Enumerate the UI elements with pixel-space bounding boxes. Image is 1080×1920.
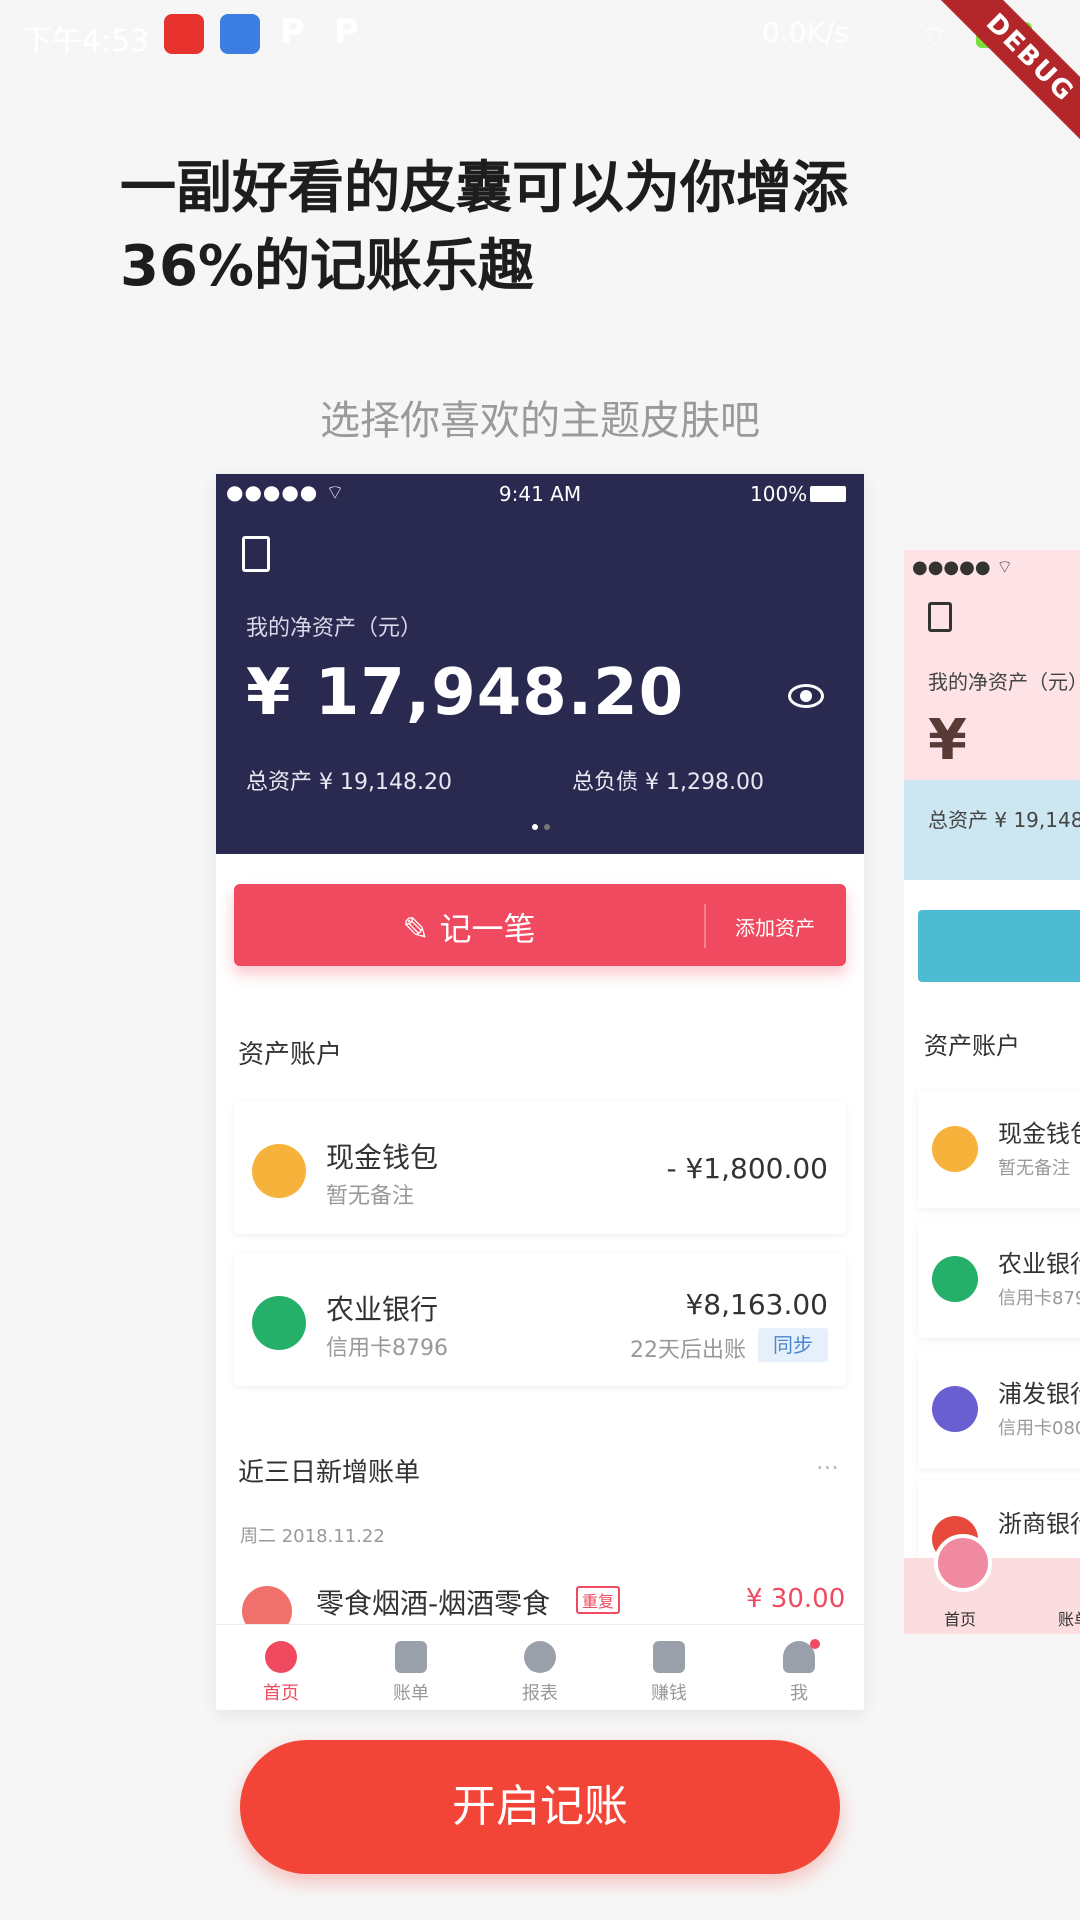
more-icon: ··· bbox=[816, 1454, 839, 1482]
bill-icon bbox=[395, 1641, 427, 1673]
total-assets: 总资产 ¥ 19,148 bbox=[928, 808, 1080, 832]
status-time: 下午4:53 bbox=[22, 24, 150, 59]
headline: 一副好看的皮囊可以为你增添 36%的记账乐趣 bbox=[120, 150, 940, 306]
preview-hero: ●●●●● ⌔ 我的净资产（元） ¥ 17,9 总资产 ¥ 19,148 bbox=[904, 550, 1080, 880]
record-button bbox=[918, 910, 1080, 982]
preview-battery: 100% bbox=[750, 482, 808, 506]
headline-line2: 36%的记账乐趣 bbox=[120, 234, 535, 299]
tab-label: 账单 bbox=[393, 1683, 429, 1704]
tab-label: 赚钱 bbox=[651, 1683, 687, 1704]
wifi-icon: ⌔ bbox=[920, 20, 949, 55]
net-speed: 0.0K/s bbox=[762, 16, 849, 49]
p-notification-icon: P bbox=[334, 12, 359, 52]
app-notification-icon bbox=[164, 14, 204, 54]
pie-chart-icon bbox=[524, 1641, 556, 1673]
bill-amount: ¥ 30.00 bbox=[746, 1584, 846, 1614]
account-name: 农业银行 bbox=[326, 1293, 439, 1326]
start-bookkeeping-button[interactable]: 开启记账 bbox=[240, 1740, 840, 1874]
headline-line1: 一副好看的皮囊可以为你增添 bbox=[120, 156, 848, 221]
bill-name: 零食烟酒-烟酒零食 bbox=[316, 1587, 551, 1620]
total-debt: 总负债 ¥ 1,298.00 bbox=[572, 770, 764, 795]
tab-label: 首页 bbox=[944, 1610, 977, 1629]
account-name: 现金钱包 bbox=[998, 1120, 1080, 1148]
tab-label: 我 bbox=[790, 1683, 808, 1704]
account-value: ¥8,163.00 bbox=[685, 1288, 828, 1321]
total-assets: 总资产 ¥ 19,148.20 bbox=[246, 770, 452, 795]
yen-icon bbox=[653, 1641, 685, 1673]
record-label: ✎ 记一笔 bbox=[402, 910, 536, 948]
account-card: 浦发银行 信用卡080 bbox=[918, 1350, 1080, 1468]
theme-preview-default[interactable]: ●●●●● ⌔ 9:41 AM 100% 我的净资产（元） ¥ 17,948.2… bbox=[216, 474, 864, 1710]
net-assets-label: 我的净资产（元） bbox=[246, 616, 423, 641]
accounts-section-title: 资产账户 bbox=[238, 1040, 343, 1070]
account-note: 信用卡080 bbox=[998, 1418, 1080, 1439]
tab-label: 账单 bbox=[1058, 1610, 1080, 1629]
account-card: 农业银行 信用卡879 bbox=[918, 1220, 1080, 1338]
app-notification-icon bbox=[220, 14, 260, 54]
account-name: 浙商银行 bbox=[998, 1510, 1080, 1538]
tab-me: 我 bbox=[734, 1633, 864, 1705]
preview-signal: ●●●●● ⌔ bbox=[912, 557, 1014, 578]
page-dot bbox=[544, 824, 550, 830]
notebook-icon bbox=[928, 602, 952, 632]
status-bar: 下午4:53 P P 0.0K/s ⌔ 100 bbox=[0, 0, 1080, 70]
eye-icon bbox=[788, 684, 824, 708]
battery-icon bbox=[810, 486, 846, 502]
theme-preview-pink[interactable]: ●●●●● ⌔ 我的净资产（元） ¥ 17,9 总资产 ¥ 19,148 资产账… bbox=[904, 550, 1080, 1634]
tab-earn: 赚钱 bbox=[604, 1633, 734, 1705]
preview-hero: ●●●●● ⌔ 9:41 AM 100% 我的净资产（元） ¥ 17,948.2… bbox=[216, 474, 864, 854]
notebook-icon bbox=[242, 536, 270, 572]
bills-section-title: 近三日新增账单 bbox=[238, 1458, 421, 1488]
account-due: 22天后出账 bbox=[630, 1338, 746, 1363]
bill-date: 周二 2018.11.22 bbox=[240, 1526, 385, 1547]
account-card: 现金钱包 暂无备注 bbox=[918, 1090, 1080, 1208]
abc-bank-icon bbox=[932, 1256, 978, 1302]
account-note: 信用卡879 bbox=[998, 1288, 1080, 1309]
sync-badge: 同步 bbox=[758, 1328, 828, 1362]
page-dot-active bbox=[532, 824, 538, 830]
preview-tabbar: 首页 账单 bbox=[904, 1534, 1080, 1634]
net-assets-value: ¥ 17,948.20 bbox=[246, 656, 685, 730]
notification-dot bbox=[810, 1639, 820, 1649]
account-name: 浦发银行 bbox=[998, 1380, 1080, 1408]
account-note: 暂无备注 bbox=[326, 1184, 415, 1209]
account-name: 现金钱包 bbox=[326, 1141, 439, 1174]
tab-label: 报表 bbox=[522, 1683, 558, 1704]
account-note: 暂无备注 bbox=[998, 1158, 1070, 1179]
add-asset-label: 添加资产 bbox=[735, 916, 815, 940]
abc-bank-icon bbox=[252, 1296, 306, 1350]
preview-tabbar: 首页 账单 报表 赚钱 我 bbox=[216, 1624, 864, 1710]
tab-reports: 报表 bbox=[475, 1633, 605, 1705]
record-button: ✎ 记一笔 添加资产 bbox=[234, 884, 846, 966]
home-icon bbox=[265, 1641, 297, 1673]
tab-home: 首页 bbox=[216, 1633, 346, 1705]
donut-icon bbox=[934, 1534, 992, 1592]
account-note: 信用卡8796 bbox=[326, 1336, 448, 1361]
account-card-abc: 农业银行 信用卡8796 ¥8,163.00 22天后出账 同步 bbox=[234, 1254, 846, 1386]
tab-bills: 账单 bbox=[346, 1633, 476, 1705]
wallet-icon bbox=[252, 1144, 306, 1198]
wallet-icon bbox=[932, 1126, 978, 1172]
subtitle: 选择你喜欢的主题皮肤吧 bbox=[320, 398, 760, 444]
repeat-tag: 重复 bbox=[576, 1586, 621, 1614]
p-notification-icon: P bbox=[280, 12, 305, 52]
accounts-section-title: 资产账户 bbox=[924, 1032, 1020, 1060]
account-value: - ¥1,800.00 bbox=[666, 1152, 828, 1185]
tab-label: 首页 bbox=[263, 1683, 299, 1704]
account-card-cash: 现金钱包 暂无备注 - ¥1,800.00 bbox=[234, 1102, 846, 1234]
net-assets-label: 我的净资产（元） bbox=[928, 670, 1080, 694]
account-name: 农业银行 bbox=[998, 1250, 1080, 1278]
spdb-bank-icon bbox=[932, 1386, 978, 1432]
